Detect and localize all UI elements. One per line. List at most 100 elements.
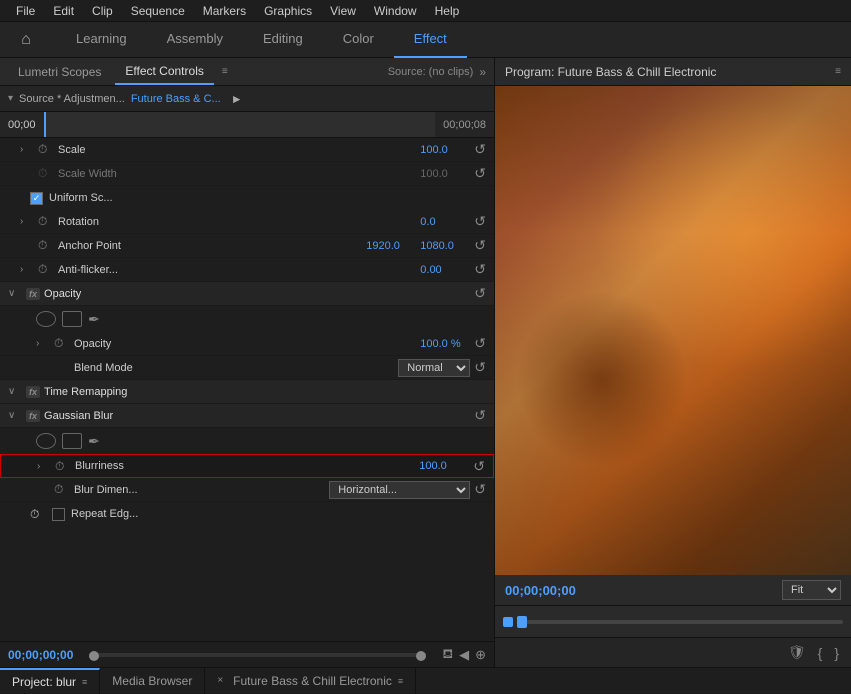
anti-flicker-stopwatch[interactable]: ⏱: [38, 262, 54, 277]
scrubber-start-handle[interactable]: [503, 617, 513, 627]
timeline-controls: ⛾ ◀ ⊕: [442, 646, 486, 664]
anti-flicker-reset[interactable]: ↺: [474, 261, 486, 278]
preview-fit-dropdown[interactable]: Fit 25% 50% 75% 100%: [782, 580, 841, 600]
blurriness-expand[interactable]: ›: [37, 461, 51, 472]
source-play-button[interactable]: ►: [231, 92, 243, 106]
scale-stopwatch[interactable]: ⏱: [38, 142, 54, 157]
opacity-pen-tool[interactable]: ✒: [88, 311, 100, 328]
anchor-stopwatch[interactable]: ⏱: [38, 238, 54, 253]
gaussian-blur-rect-tool[interactable]: [62, 433, 82, 449]
rotation-expand[interactable]: ›: [20, 216, 34, 227]
preview-timecode-bar: 00;00;00;00 Fit 25% 50% 75% 100%: [495, 575, 851, 605]
blur-dimen-select[interactable]: Horizontal... Vertical Horizontal and Ve…: [329, 481, 470, 499]
anti-flicker-label: Anti-flicker...: [58, 264, 420, 276]
tab-learning[interactable]: Learning: [56, 22, 147, 58]
blur-dimen-stopwatch[interactable]: ⏱: [54, 482, 70, 497]
scale-width-reset[interactable]: ↺: [474, 165, 486, 182]
anchor-value1[interactable]: 1920.0: [366, 240, 416, 252]
scale-width-stopwatch[interactable]: ⏱: [38, 166, 54, 181]
uniform-scale-checkbox[interactable]: ✓: [30, 192, 43, 205]
blurriness-reset[interactable]: ↺: [473, 458, 485, 475]
opacity-value-expand[interactable]: ›: [36, 338, 50, 349]
panel-expand-button[interactable]: »: [479, 65, 486, 79]
opacity-reset[interactable]: ↺: [474, 335, 486, 352]
menu-edit[interactable]: Edit: [45, 2, 82, 20]
menu-window[interactable]: Window: [366, 2, 425, 20]
blend-mode-reset[interactable]: ↺: [474, 359, 486, 376]
menu-graphics[interactable]: Graphics: [256, 2, 320, 20]
filter-button[interactable]: ⛾: [442, 646, 453, 664]
time-remapping-fx-badge: fx: [26, 386, 40, 398]
preview-scrubber-bar: [495, 605, 851, 637]
progress-handle-left[interactable]: [89, 651, 99, 661]
menu-clip[interactable]: Clip: [84, 2, 121, 20]
bottom-tab-sequence[interactable]: × Future Bass & Chill Electronic ≡: [205, 668, 416, 694]
gaussian-blur-fx-badge: fx: [26, 410, 40, 422]
tab-effect-controls[interactable]: Effect Controls: [115, 58, 213, 85]
rotation-value[interactable]: 0.0: [420, 216, 470, 228]
opacity-ellipse-tool[interactable]: [36, 311, 56, 327]
add-keyframe-button[interactable]: ⊕: [475, 647, 486, 663]
anchor-reset[interactable]: ↺: [474, 237, 486, 254]
opacity-collapse[interactable]: ∨: [8, 288, 22, 299]
timeline-track[interactable]: [44, 112, 436, 137]
menu-file[interactable]: File: [8, 2, 43, 20]
bottom-tab-project[interactable]: Project: blur ≡: [0, 668, 100, 694]
menu-markers[interactable]: Markers: [195, 2, 254, 20]
menu-view[interactable]: View: [322, 2, 364, 20]
time-remapping-collapse[interactable]: ∨: [8, 386, 22, 397]
source-clip-link[interactable]: Future Bass & C...: [131, 93, 221, 105]
tab-assembly[interactable]: Assembly: [147, 22, 243, 58]
bottom-progress-bar[interactable]: [89, 653, 426, 657]
progress-handle-right[interactable]: [416, 651, 426, 661]
video-preview: [495, 86, 851, 575]
bottom-tab-media-browser[interactable]: Media Browser: [100, 668, 205, 694]
source-row: ▾ Source * Adjustmen... Future Bass & C.…: [0, 86, 494, 112]
prev-keyframe-button[interactable]: ◀: [459, 647, 469, 663]
program-title: Program: Future Bass & Chill Electronic: [505, 65, 716, 79]
blurriness-stopwatch[interactable]: ⏱: [55, 459, 71, 474]
anchor-value2[interactable]: 1080.0: [420, 240, 470, 252]
tab-effect[interactable]: Effect: [394, 22, 467, 58]
repeat-edge-checkbox[interactable]: [52, 508, 65, 521]
gaussian-blur-pen-tool[interactable]: ✒: [88, 433, 100, 450]
scale-value[interactable]: 100.0: [420, 144, 470, 156]
opacity-rect-tool[interactable]: [62, 311, 82, 327]
scrubber-handle[interactable]: [517, 616, 527, 628]
source-expand-icon[interactable]: ▾: [8, 93, 13, 104]
tab-editing[interactable]: Editing: [243, 22, 323, 58]
panel-menu-icon[interactable]: ≡: [222, 66, 228, 77]
repeat-edge-label: Repeat Edg...: [71, 508, 138, 520]
scale-expand[interactable]: ›: [20, 144, 34, 155]
sequence-tab-close[interactable]: ×: [217, 675, 223, 686]
opacity-fx-badge: fx: [26, 288, 40, 300]
anti-flicker-expand[interactable]: ›: [20, 264, 34, 275]
out-point-icon[interactable]: }: [834, 645, 839, 661]
opacity-section-reset[interactable]: ↺: [474, 285, 486, 302]
preview-scrubber[interactable]: [517, 620, 843, 624]
tab-color[interactable]: Color: [323, 22, 394, 58]
panel-tab-bar: Lumetri Scopes Effect Controls ≡ Source:…: [0, 58, 494, 86]
shield-icon[interactable]: 🛡: [788, 644, 806, 661]
menu-sequence[interactable]: Sequence: [123, 2, 193, 20]
preview-timecode-display[interactable]: 00;00;00;00: [505, 583, 576, 598]
menu-help[interactable]: Help: [427, 2, 468, 20]
in-point-icon[interactable]: {: [818, 645, 823, 661]
rotation-reset[interactable]: ↺: [474, 213, 486, 230]
gaussian-blur-collapse[interactable]: ∨: [8, 410, 22, 421]
blur-dimen-reset[interactable]: ↺: [474, 481, 486, 498]
timeline-end: 00;00;08: [443, 119, 486, 131]
opacity-value[interactable]: 100.0 %: [420, 338, 470, 350]
home-button[interactable]: ⌂: [8, 22, 44, 58]
gaussian-blur-reset[interactable]: ↺: [474, 407, 486, 424]
opacity-stopwatch[interactable]: ⏱: [54, 336, 70, 351]
tab-lumetri-scopes[interactable]: Lumetri Scopes: [8, 58, 111, 85]
program-menu-icon[interactable]: ≡: [835, 66, 841, 77]
anti-flicker-value[interactable]: 0.00: [420, 264, 470, 276]
blend-mode-row: Blend Mode Normal Dissolve Darken Multip…: [0, 356, 494, 380]
scale-reset[interactable]: ↺: [474, 141, 486, 158]
gaussian-blur-ellipse-tool[interactable]: [36, 433, 56, 449]
blend-mode-select[interactable]: Normal Dissolve Darken Multiply Screen O…: [398, 359, 470, 377]
rotation-stopwatch[interactable]: ⏱: [38, 214, 54, 229]
blurriness-value[interactable]: 100.0: [419, 460, 469, 472]
